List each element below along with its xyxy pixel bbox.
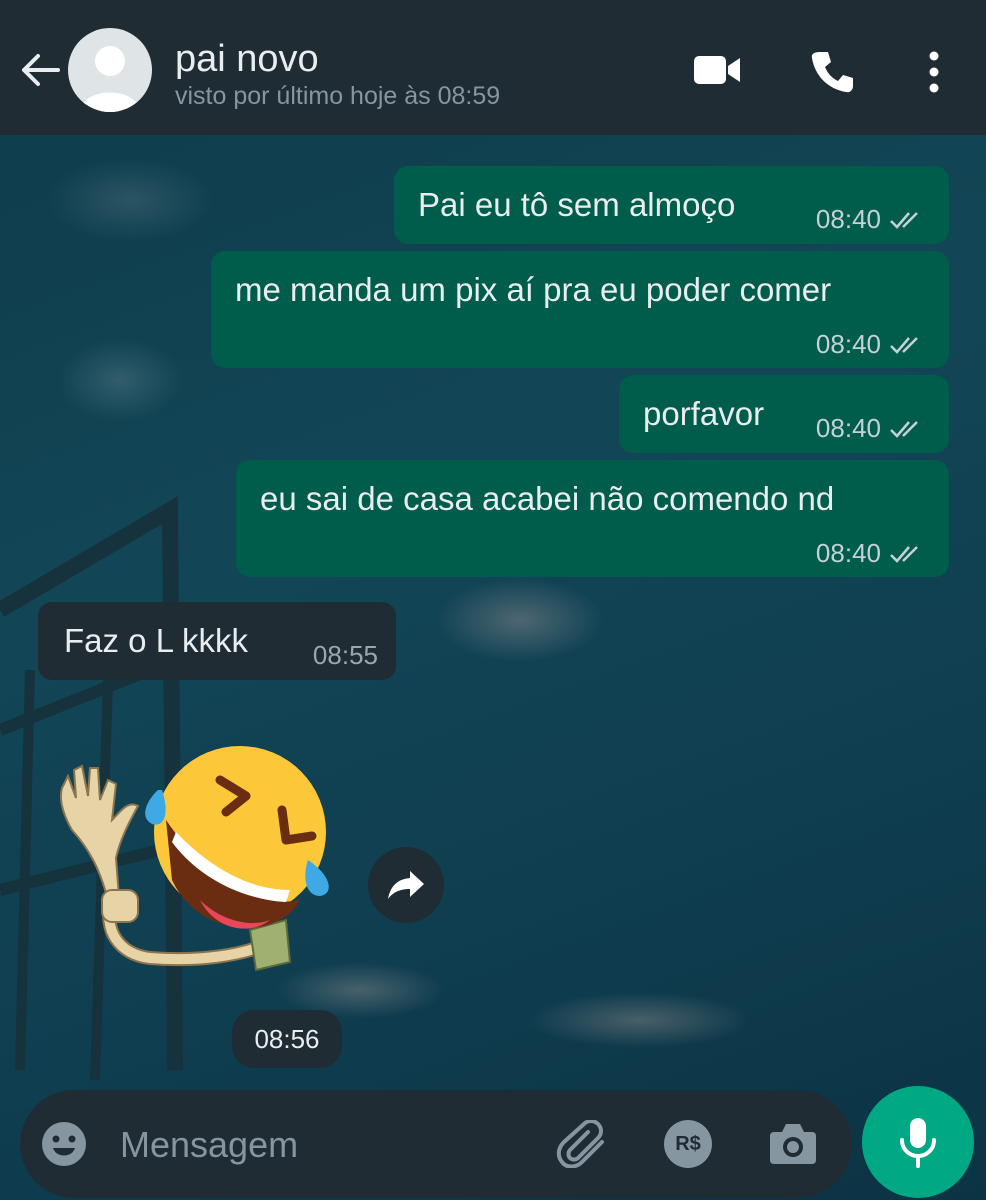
message-time: 08:55 [312,640,378,670]
message-bubble-outgoing[interactable]: porfavor 08:40 [619,375,949,453]
contact-name[interactable]: pai novo [175,38,319,81]
video-call-icon[interactable] [690,48,744,92]
laughing-emoji-sticker[interactable] [50,740,350,990]
message-text: porfavor [643,395,765,432]
forward-button[interactable] [368,847,444,923]
voice-message-button[interactable] [862,1086,974,1198]
message-time: 08:40 [815,329,881,359]
attach-icon[interactable] [556,1120,612,1168]
message-meta: 08:40 [816,329,925,360]
message-time: 08:40 [815,204,881,234]
message-meta: 08:55 [313,640,378,671]
message-text: eu sai de casa acabei não comendo nd [260,480,835,517]
pix-payment-icon[interactable]: R$ [664,1120,712,1168]
sticker-time: 08:56 [232,1010,342,1068]
message-bubble-incoming[interactable]: Faz o L kkkk 08:55 [38,602,396,680]
message-meta: 08:40 [816,204,925,235]
message-time: 08:40 [815,413,881,443]
message-time: 08:40 [815,538,881,568]
message-meta: 08:40 [816,538,925,569]
phone-icon[interactable] [808,48,856,96]
message-text: Faz o L kkkk [64,622,248,659]
message-composer: R$ [20,1090,852,1198]
default-avatar-icon [80,46,140,112]
avatar[interactable] [68,28,152,112]
message-bubble-outgoing[interactable]: Pai eu tô sem almoço 08:40 [394,166,949,244]
message-meta: 08:40 [816,413,925,444]
read-ticks-icon [890,545,918,563]
message-bubble-outgoing[interactable]: me manda um pix aí pra eu poder comer 08… [211,251,949,368]
message-text: me manda um pix aí pra eu poder comer [235,271,832,308]
message-bubble-outgoing[interactable]: eu sai de casa acabei não comendo nd 08:… [236,460,949,577]
message-input[interactable] [118,1116,542,1174]
camera-icon[interactable] [768,1120,818,1166]
emoji-icon[interactable] [40,1120,88,1168]
read-ticks-icon [890,211,918,229]
last-seen-status: visto por último hoje às 08:59 [175,82,501,110]
pix-currency-label: R$ [675,1132,701,1155]
mic-icon [900,1118,936,1168]
chat-header: pai novo visto por último hoje às 08:59 [0,0,986,135]
message-text: Pai eu tô sem almoço [418,186,736,223]
back-arrow-icon[interactable] [18,48,62,92]
read-ticks-icon [890,336,918,354]
forward-arrow-icon [388,871,424,899]
more-options-icon[interactable] [924,48,944,96]
read-ticks-icon [890,420,918,438]
